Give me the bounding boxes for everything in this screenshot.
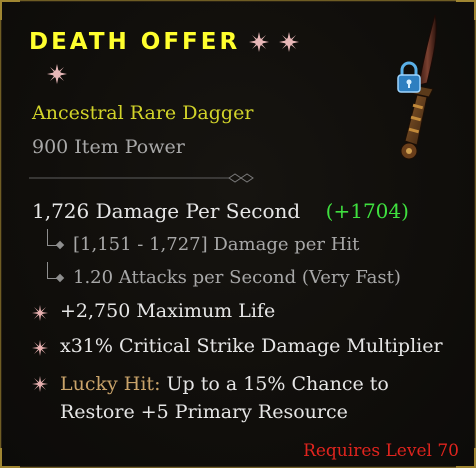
- affix-star-icon: [32, 305, 48, 321]
- damage-per-hit-row: [1,151 - 1,727] Damage per Hit: [43, 228, 360, 255]
- dps-bonus: (+1704): [325, 199, 409, 223]
- attack-speed: 1.20 Attacks per Second (Very Fast): [73, 267, 401, 288]
- item-type: Ancestral Rare Dagger: [32, 102, 254, 124]
- branch-icon: [43, 228, 65, 255]
- frame-corner: [0, 0, 20, 20]
- item-title-row: DEATH OFFER: [29, 29, 300, 55]
- item-tooltip: DEATH OFFER Ancestral Rare Dagger 900 It…: [0, 0, 476, 468]
- frame-corner: [456, 0, 476, 20]
- affix-crit: x31% Critical Strike Damage Multiplier: [32, 335, 443, 357]
- attack-speed-row: 1.20 Attacks per Second (Very Fast): [43, 261, 401, 288]
- damage-per-hit: [1,151 - 1,727] Damage per Hit: [73, 234, 360, 255]
- section-divider: [29, 173, 254, 183]
- affix-star-icon: [32, 340, 48, 356]
- item-name: DEATH OFFER: [29, 29, 241, 55]
- dps-value: 1,726 Damage Per Second: [32, 199, 301, 223]
- frame-corner: [456, 448, 476, 468]
- affix-lucky-hit-text: Lucky Hit: Up to a 15% Chance to Restore…: [60, 370, 452, 426]
- affix-life-text: +2,750 Maximum Life: [60, 300, 276, 322]
- empty-socket-icon: [249, 32, 270, 52]
- empty-socket-icon: [279, 32, 300, 52]
- branch-icon: [43, 261, 65, 288]
- item-power: 900 Item Power: [32, 136, 185, 158]
- padlock-icon[interactable]: [395, 61, 423, 95]
- frame-corner: [0, 448, 20, 468]
- empty-socket-icon: [47, 64, 67, 84]
- affix-lucky-hit: Lucky Hit: Up to a 15% Chance to Restore…: [32, 370, 452, 426]
- level-requirement: Requires Level 70: [303, 441, 459, 461]
- affix-crit-text: x31% Critical Strike Damage Multiplier: [60, 335, 443, 357]
- affix-star-icon: [32, 376, 48, 392]
- lucky-hit-label: Lucky Hit:: [60, 373, 161, 395]
- dps-row: 1,726 Damage Per Second (+1704): [32, 199, 409, 223]
- affix-life: +2,750 Maximum Life: [32, 300, 275, 322]
